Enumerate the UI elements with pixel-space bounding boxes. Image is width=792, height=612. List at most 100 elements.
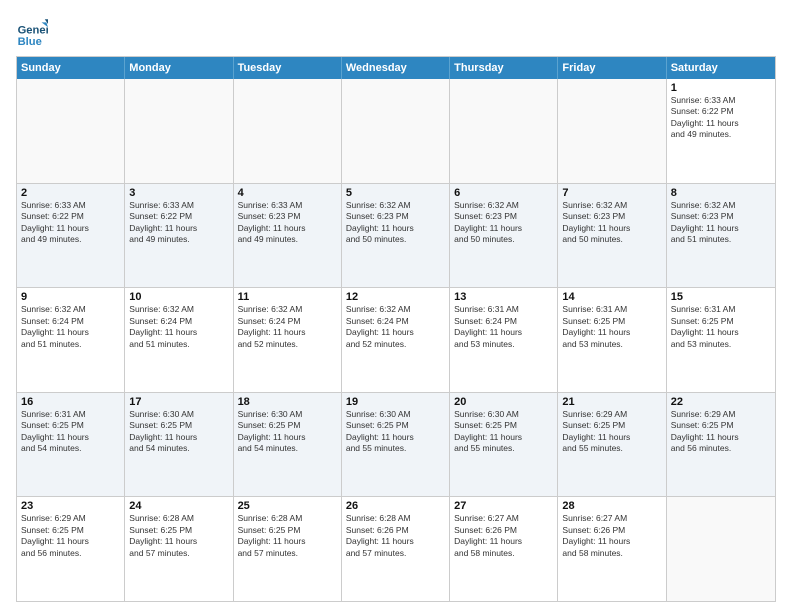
calendar-row-3: 9Sunrise: 6:32 AM Sunset: 6:24 PM Daylig… [17, 287, 775, 392]
logo: General Blue [16, 16, 52, 48]
day-number: 9 [21, 291, 120, 303]
page: General Blue SundayMondayTuesdayWednesda… [0, 0, 792, 612]
calendar-cell [450, 79, 558, 183]
day-info: Sunrise: 6:29 AM Sunset: 6:25 PM Dayligh… [21, 513, 120, 559]
calendar-cell [125, 79, 233, 183]
calendar-cell: 20Sunrise: 6:30 AM Sunset: 6:25 PM Dayli… [450, 393, 558, 497]
day-info: Sunrise: 6:28 AM Sunset: 6:26 PM Dayligh… [346, 513, 445, 559]
calendar-cell: 1Sunrise: 6:33 AM Sunset: 6:22 PM Daylig… [667, 79, 775, 183]
calendar-header: SundayMondayTuesdayWednesdayThursdayFrid… [17, 57, 775, 79]
calendar-cell: 18Sunrise: 6:30 AM Sunset: 6:25 PM Dayli… [234, 393, 342, 497]
day-info: Sunrise: 6:33 AM Sunset: 6:22 PM Dayligh… [21, 200, 120, 246]
day-number: 24 [129, 500, 228, 512]
day-number: 21 [562, 396, 661, 408]
weekday-header-wednesday: Wednesday [342, 57, 450, 79]
day-number: 5 [346, 187, 445, 199]
day-number: 2 [21, 187, 120, 199]
calendar-cell: 3Sunrise: 6:33 AM Sunset: 6:22 PM Daylig… [125, 184, 233, 288]
header: General Blue [16, 16, 776, 48]
day-number: 19 [346, 396, 445, 408]
day-info: Sunrise: 6:32 AM Sunset: 6:23 PM Dayligh… [454, 200, 553, 246]
day-info: Sunrise: 6:30 AM Sunset: 6:25 PM Dayligh… [346, 409, 445, 455]
day-info: Sunrise: 6:31 AM Sunset: 6:25 PM Dayligh… [671, 304, 771, 350]
day-info: Sunrise: 6:33 AM Sunset: 6:23 PM Dayligh… [238, 200, 337, 246]
day-info: Sunrise: 6:33 AM Sunset: 6:22 PM Dayligh… [129, 200, 228, 246]
calendar-row-1: 1Sunrise: 6:33 AM Sunset: 6:22 PM Daylig… [17, 79, 775, 183]
day-number: 22 [671, 396, 771, 408]
day-info: Sunrise: 6:31 AM Sunset: 6:25 PM Dayligh… [21, 409, 120, 455]
calendar-cell [342, 79, 450, 183]
weekday-header-friday: Friday [558, 57, 666, 79]
calendar-cell: 9Sunrise: 6:32 AM Sunset: 6:24 PM Daylig… [17, 288, 125, 392]
day-number: 8 [671, 187, 771, 199]
calendar-cell [558, 79, 666, 183]
day-info: Sunrise: 6:32 AM Sunset: 6:24 PM Dayligh… [21, 304, 120, 350]
calendar-cell: 7Sunrise: 6:32 AM Sunset: 6:23 PM Daylig… [558, 184, 666, 288]
day-number: 25 [238, 500, 337, 512]
calendar-cell: 23Sunrise: 6:29 AM Sunset: 6:25 PM Dayli… [17, 497, 125, 601]
calendar-cell: 11Sunrise: 6:32 AM Sunset: 6:24 PM Dayli… [234, 288, 342, 392]
calendar-cell: 14Sunrise: 6:31 AM Sunset: 6:25 PM Dayli… [558, 288, 666, 392]
day-number: 4 [238, 187, 337, 199]
calendar-cell: 5Sunrise: 6:32 AM Sunset: 6:23 PM Daylig… [342, 184, 450, 288]
day-number: 27 [454, 500, 553, 512]
calendar-cell: 13Sunrise: 6:31 AM Sunset: 6:24 PM Dayli… [450, 288, 558, 392]
day-number: 7 [562, 187, 661, 199]
day-info: Sunrise: 6:27 AM Sunset: 6:26 PM Dayligh… [562, 513, 661, 559]
svg-text:General: General [18, 25, 48, 37]
calendar-body: 1Sunrise: 6:33 AM Sunset: 6:22 PM Daylig… [17, 79, 775, 601]
day-info: Sunrise: 6:33 AM Sunset: 6:22 PM Dayligh… [671, 95, 771, 141]
weekday-header-tuesday: Tuesday [234, 57, 342, 79]
calendar-cell: 19Sunrise: 6:30 AM Sunset: 6:25 PM Dayli… [342, 393, 450, 497]
day-number: 3 [129, 187, 228, 199]
calendar-cell: 24Sunrise: 6:28 AM Sunset: 6:25 PM Dayli… [125, 497, 233, 601]
weekday-header-thursday: Thursday [450, 57, 558, 79]
day-info: Sunrise: 6:32 AM Sunset: 6:24 PM Dayligh… [129, 304, 228, 350]
day-info: Sunrise: 6:32 AM Sunset: 6:23 PM Dayligh… [671, 200, 771, 246]
day-number: 20 [454, 396, 553, 408]
day-number: 11 [238, 291, 337, 303]
day-number: 18 [238, 396, 337, 408]
day-number: 15 [671, 291, 771, 303]
calendar-cell: 10Sunrise: 6:32 AM Sunset: 6:24 PM Dayli… [125, 288, 233, 392]
day-info: Sunrise: 6:32 AM Sunset: 6:24 PM Dayligh… [346, 304, 445, 350]
calendar-row-4: 16Sunrise: 6:31 AM Sunset: 6:25 PM Dayli… [17, 392, 775, 497]
calendar-cell: 17Sunrise: 6:30 AM Sunset: 6:25 PM Dayli… [125, 393, 233, 497]
day-number: 6 [454, 187, 553, 199]
calendar-cell: 4Sunrise: 6:33 AM Sunset: 6:23 PM Daylig… [234, 184, 342, 288]
day-info: Sunrise: 6:28 AM Sunset: 6:25 PM Dayligh… [129, 513, 228, 559]
day-number: 14 [562, 291, 661, 303]
calendar-cell: 6Sunrise: 6:32 AM Sunset: 6:23 PM Daylig… [450, 184, 558, 288]
day-number: 16 [21, 396, 120, 408]
calendar-cell: 25Sunrise: 6:28 AM Sunset: 6:25 PM Dayli… [234, 497, 342, 601]
day-number: 12 [346, 291, 445, 303]
calendar-cell [667, 497, 775, 601]
day-info: Sunrise: 6:31 AM Sunset: 6:25 PM Dayligh… [562, 304, 661, 350]
day-info: Sunrise: 6:30 AM Sunset: 6:25 PM Dayligh… [454, 409, 553, 455]
calendar-cell: 2Sunrise: 6:33 AM Sunset: 6:22 PM Daylig… [17, 184, 125, 288]
calendar-row-2: 2Sunrise: 6:33 AM Sunset: 6:22 PM Daylig… [17, 183, 775, 288]
calendar-cell: 12Sunrise: 6:32 AM Sunset: 6:24 PM Dayli… [342, 288, 450, 392]
day-number: 10 [129, 291, 228, 303]
calendar-cell: 27Sunrise: 6:27 AM Sunset: 6:26 PM Dayli… [450, 497, 558, 601]
day-info: Sunrise: 6:32 AM Sunset: 6:24 PM Dayligh… [238, 304, 337, 350]
calendar-cell: 21Sunrise: 6:29 AM Sunset: 6:25 PM Dayli… [558, 393, 666, 497]
day-info: Sunrise: 6:29 AM Sunset: 6:25 PM Dayligh… [562, 409, 661, 455]
calendar-cell: 28Sunrise: 6:27 AM Sunset: 6:26 PM Dayli… [558, 497, 666, 601]
calendar: SundayMondayTuesdayWednesdayThursdayFrid… [16, 56, 776, 602]
day-number: 23 [21, 500, 120, 512]
weekday-header-saturday: Saturday [667, 57, 775, 79]
day-info: Sunrise: 6:30 AM Sunset: 6:25 PM Dayligh… [238, 409, 337, 455]
logo-icon: General Blue [16, 16, 48, 48]
day-info: Sunrise: 6:29 AM Sunset: 6:25 PM Dayligh… [671, 409, 771, 455]
calendar-cell [17, 79, 125, 183]
svg-text:Blue: Blue [18, 36, 42, 48]
day-info: Sunrise: 6:31 AM Sunset: 6:24 PM Dayligh… [454, 304, 553, 350]
day-number: 1 [671, 82, 771, 94]
day-info: Sunrise: 6:28 AM Sunset: 6:25 PM Dayligh… [238, 513, 337, 559]
day-number: 13 [454, 291, 553, 303]
day-info: Sunrise: 6:30 AM Sunset: 6:25 PM Dayligh… [129, 409, 228, 455]
day-info: Sunrise: 6:32 AM Sunset: 6:23 PM Dayligh… [346, 200, 445, 246]
weekday-header-monday: Monday [125, 57, 233, 79]
day-number: 26 [346, 500, 445, 512]
